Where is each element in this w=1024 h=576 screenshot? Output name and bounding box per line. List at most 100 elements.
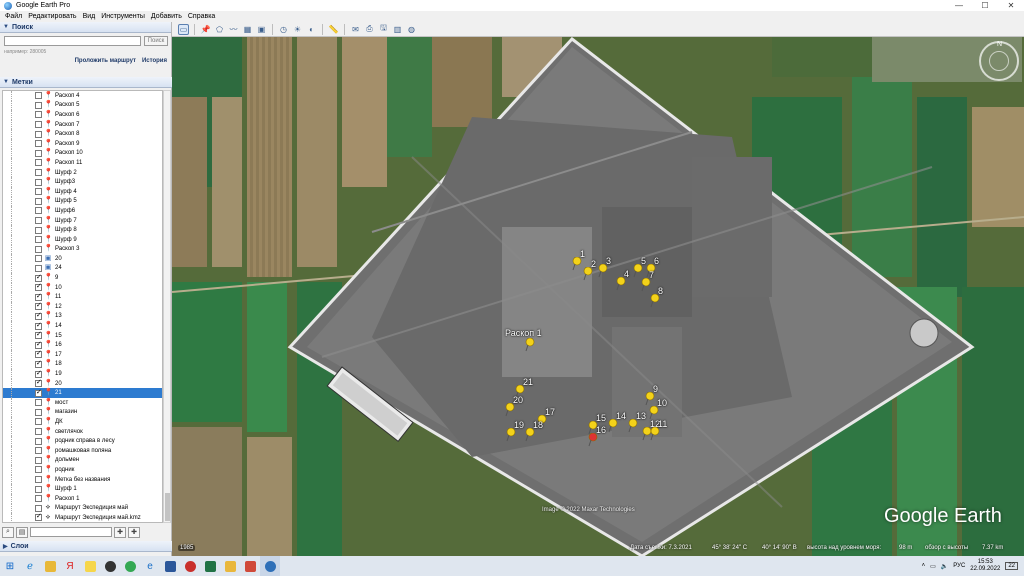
- list-item[interactable]: 📍16: [3, 340, 162, 351]
- placemark-label[interactable]: 19: [514, 420, 524, 430]
- google-earth-taskbar-icon[interactable]: [260, 556, 280, 576]
- ie-icon[interactable]: e: [140, 556, 160, 576]
- list-item[interactable]: 📍15: [3, 330, 162, 341]
- sidebar-toggle-icon[interactable]: ▭: [178, 23, 189, 35]
- minimize-button[interactable]: —: [946, 0, 972, 11]
- notification-badge[interactable]: 22: [1005, 562, 1018, 570]
- close-button[interactable]: ✕: [998, 0, 1024, 11]
- list-item[interactable]: 📍20: [3, 378, 162, 389]
- network-icon[interactable]: ▭: [930, 563, 936, 570]
- visibility-checkbox[interactable]: [35, 340, 42, 349]
- visibility-checkbox[interactable]: [35, 359, 42, 368]
- list-item[interactable]: 📍 ДК: [3, 417, 162, 427]
- list-item[interactable]: 📍 Раскоп 3: [3, 244, 162, 255]
- placemark-label[interactable]: 1: [580, 249, 585, 259]
- visibility-checkbox[interactable]: [35, 273, 42, 282]
- visibility-checkbox[interactable]: [35, 437, 42, 445]
- placemark-pin-icon[interactable]: [641, 278, 651, 292]
- menu-view[interactable]: Вид: [80, 13, 99, 20]
- list-item[interactable]: 📍 Раскоп 8: [3, 129, 162, 139]
- visibility-checkbox[interactable]: [35, 101, 42, 109]
- placemark-pin-icon[interactable]: [588, 433, 598, 447]
- list-item[interactable]: 📍 Шурф 7: [3, 215, 162, 226]
- yandex-icon[interactable]: Я: [60, 556, 80, 576]
- search-input[interactable]: [4, 36, 141, 46]
- visibility-checkbox[interactable]: [35, 466, 42, 474]
- visibility-checkbox[interactable]: [35, 149, 42, 157]
- list-item[interactable]: 📍 Шурф 4: [3, 186, 162, 197]
- list-item[interactable]: ⟡ Маршрут Экспедиция май.kmz: [3, 512, 162, 522]
- scrollbar-thumb[interactable]: [165, 493, 170, 521]
- planets-icon[interactable]: ◐: [306, 24, 317, 35]
- file-explorer-icon[interactable]: [40, 556, 60, 576]
- visibility-checkbox[interactable]: [35, 378, 42, 388]
- visibility-checkbox[interactable]: [35, 301, 42, 311]
- email-icon[interactable]: ✉: [350, 24, 361, 35]
- visibility-checkbox[interactable]: [35, 207, 42, 215]
- visibility-checkbox[interactable]: [35, 369, 42, 378]
- visibility-checkbox[interactable]: [35, 399, 42, 407]
- visibility-checkbox[interactable]: [35, 159, 42, 167]
- menu-add[interactable]: Добавить: [148, 13, 185, 20]
- list-item[interactable]: 📍 Шурф 5: [3, 196, 162, 207]
- visibility-checkbox[interactable]: [35, 111, 42, 119]
- list-item[interactable]: 📍11: [3, 292, 162, 303]
- placemark-pin-icon[interactable]: [505, 403, 515, 417]
- placemark-label[interactable]: 11: [658, 419, 667, 429]
- menu-edit[interactable]: Редактировать: [25, 13, 79, 20]
- placemark-label[interactable]: 10: [657, 398, 667, 408]
- list-item[interactable]: 📍9: [3, 273, 162, 283]
- list-item[interactable]: 📍 Метка без названия: [3, 474, 162, 485]
- placemark-label[interactable]: 14: [616, 411, 626, 421]
- placemark-label[interactable]: 9: [653, 384, 658, 394]
- list-item[interactable]: 📍21: [3, 388, 162, 398]
- placemark-label[interactable]: 8: [658, 286, 663, 296]
- sunlight-icon[interactable]: ☀: [292, 24, 303, 35]
- placemark-pin-icon[interactable]: [525, 428, 535, 442]
- chrome-icon[interactable]: [120, 556, 140, 576]
- media-icon[interactable]: [100, 556, 120, 576]
- visibility-checkbox[interactable]: [35, 476, 42, 484]
- record-tour-icon[interactable]: ▣: [256, 24, 267, 35]
- visibility-checkbox[interactable]: [35, 485, 42, 493]
- list-item[interactable]: 📍 Шурф6: [3, 206, 162, 216]
- placemark-pin-icon[interactable]: [650, 427, 660, 441]
- visibility-checkbox[interactable]: [35, 140, 42, 148]
- placemark-pin-icon[interactable]: [598, 264, 608, 278]
- notes-icon[interactable]: [80, 556, 100, 576]
- placemark-pin-icon[interactable]: [608, 419, 618, 433]
- visibility-checkbox[interactable]: [35, 255, 42, 263]
- menu-tools[interactable]: Инструменты: [98, 13, 148, 20]
- placemark-label[interactable]: 2: [591, 259, 596, 269]
- historical-imagery-icon[interactable]: ◷: [278, 24, 289, 35]
- list-item[interactable]: 📍 мост: [3, 398, 162, 408]
- list-item[interactable]: 📍 ромашковая поляна: [3, 445, 162, 456]
- placemark-pin-icon[interactable]: [506, 428, 516, 442]
- list-item[interactable]: 📍 Шурф 1: [3, 484, 162, 494]
- edge-icon[interactable]: ℯ: [20, 556, 40, 576]
- list-item[interactable]: 📍 Шурф 8: [3, 225, 162, 235]
- list-item[interactable]: 📍 магазин: [3, 407, 162, 418]
- images-icon[interactable]: [240, 556, 260, 576]
- list-item[interactable]: 📍17: [3, 349, 162, 360]
- start-button-icon[interactable]: ⊞: [0, 556, 20, 576]
- save-image-icon[interactable]: 🖫: [378, 23, 389, 35]
- language-indicator[interactable]: РУС: [953, 563, 965, 569]
- compass-control[interactable]: N: [979, 41, 1019, 81]
- menu-file[interactable]: Файл: [2, 13, 25, 20]
- list-item[interactable]: 📍18: [3, 359, 162, 370]
- list-item[interactable]: 📍13: [3, 311, 162, 322]
- visibility-checkbox[interactable]: [35, 418, 42, 426]
- list-item[interactable]: 📍 Шурф 9: [3, 234, 162, 245]
- list-item[interactable]: 📍 Раскоп 1: [3, 493, 162, 504]
- route-link[interactable]: Проложить маршрут: [75, 58, 136, 66]
- folder-icon[interactable]: [220, 556, 240, 576]
- visibility-checkbox[interactable]: [35, 236, 42, 244]
- earth-gallery-icon[interactable]: ◍: [406, 24, 417, 35]
- move-down-icon[interactable]: ✚: [128, 526, 140, 538]
- search-button[interactable]: Поиск: [144, 36, 168, 46]
- visibility-checkbox[interactable]: [35, 349, 42, 359]
- places-scrollbar[interactable]: [163, 90, 171, 523]
- layers-section-header[interactable]: ▶ Слои: [0, 541, 172, 552]
- collapse-triangle-icon[interactable]: ▼: [3, 24, 9, 30]
